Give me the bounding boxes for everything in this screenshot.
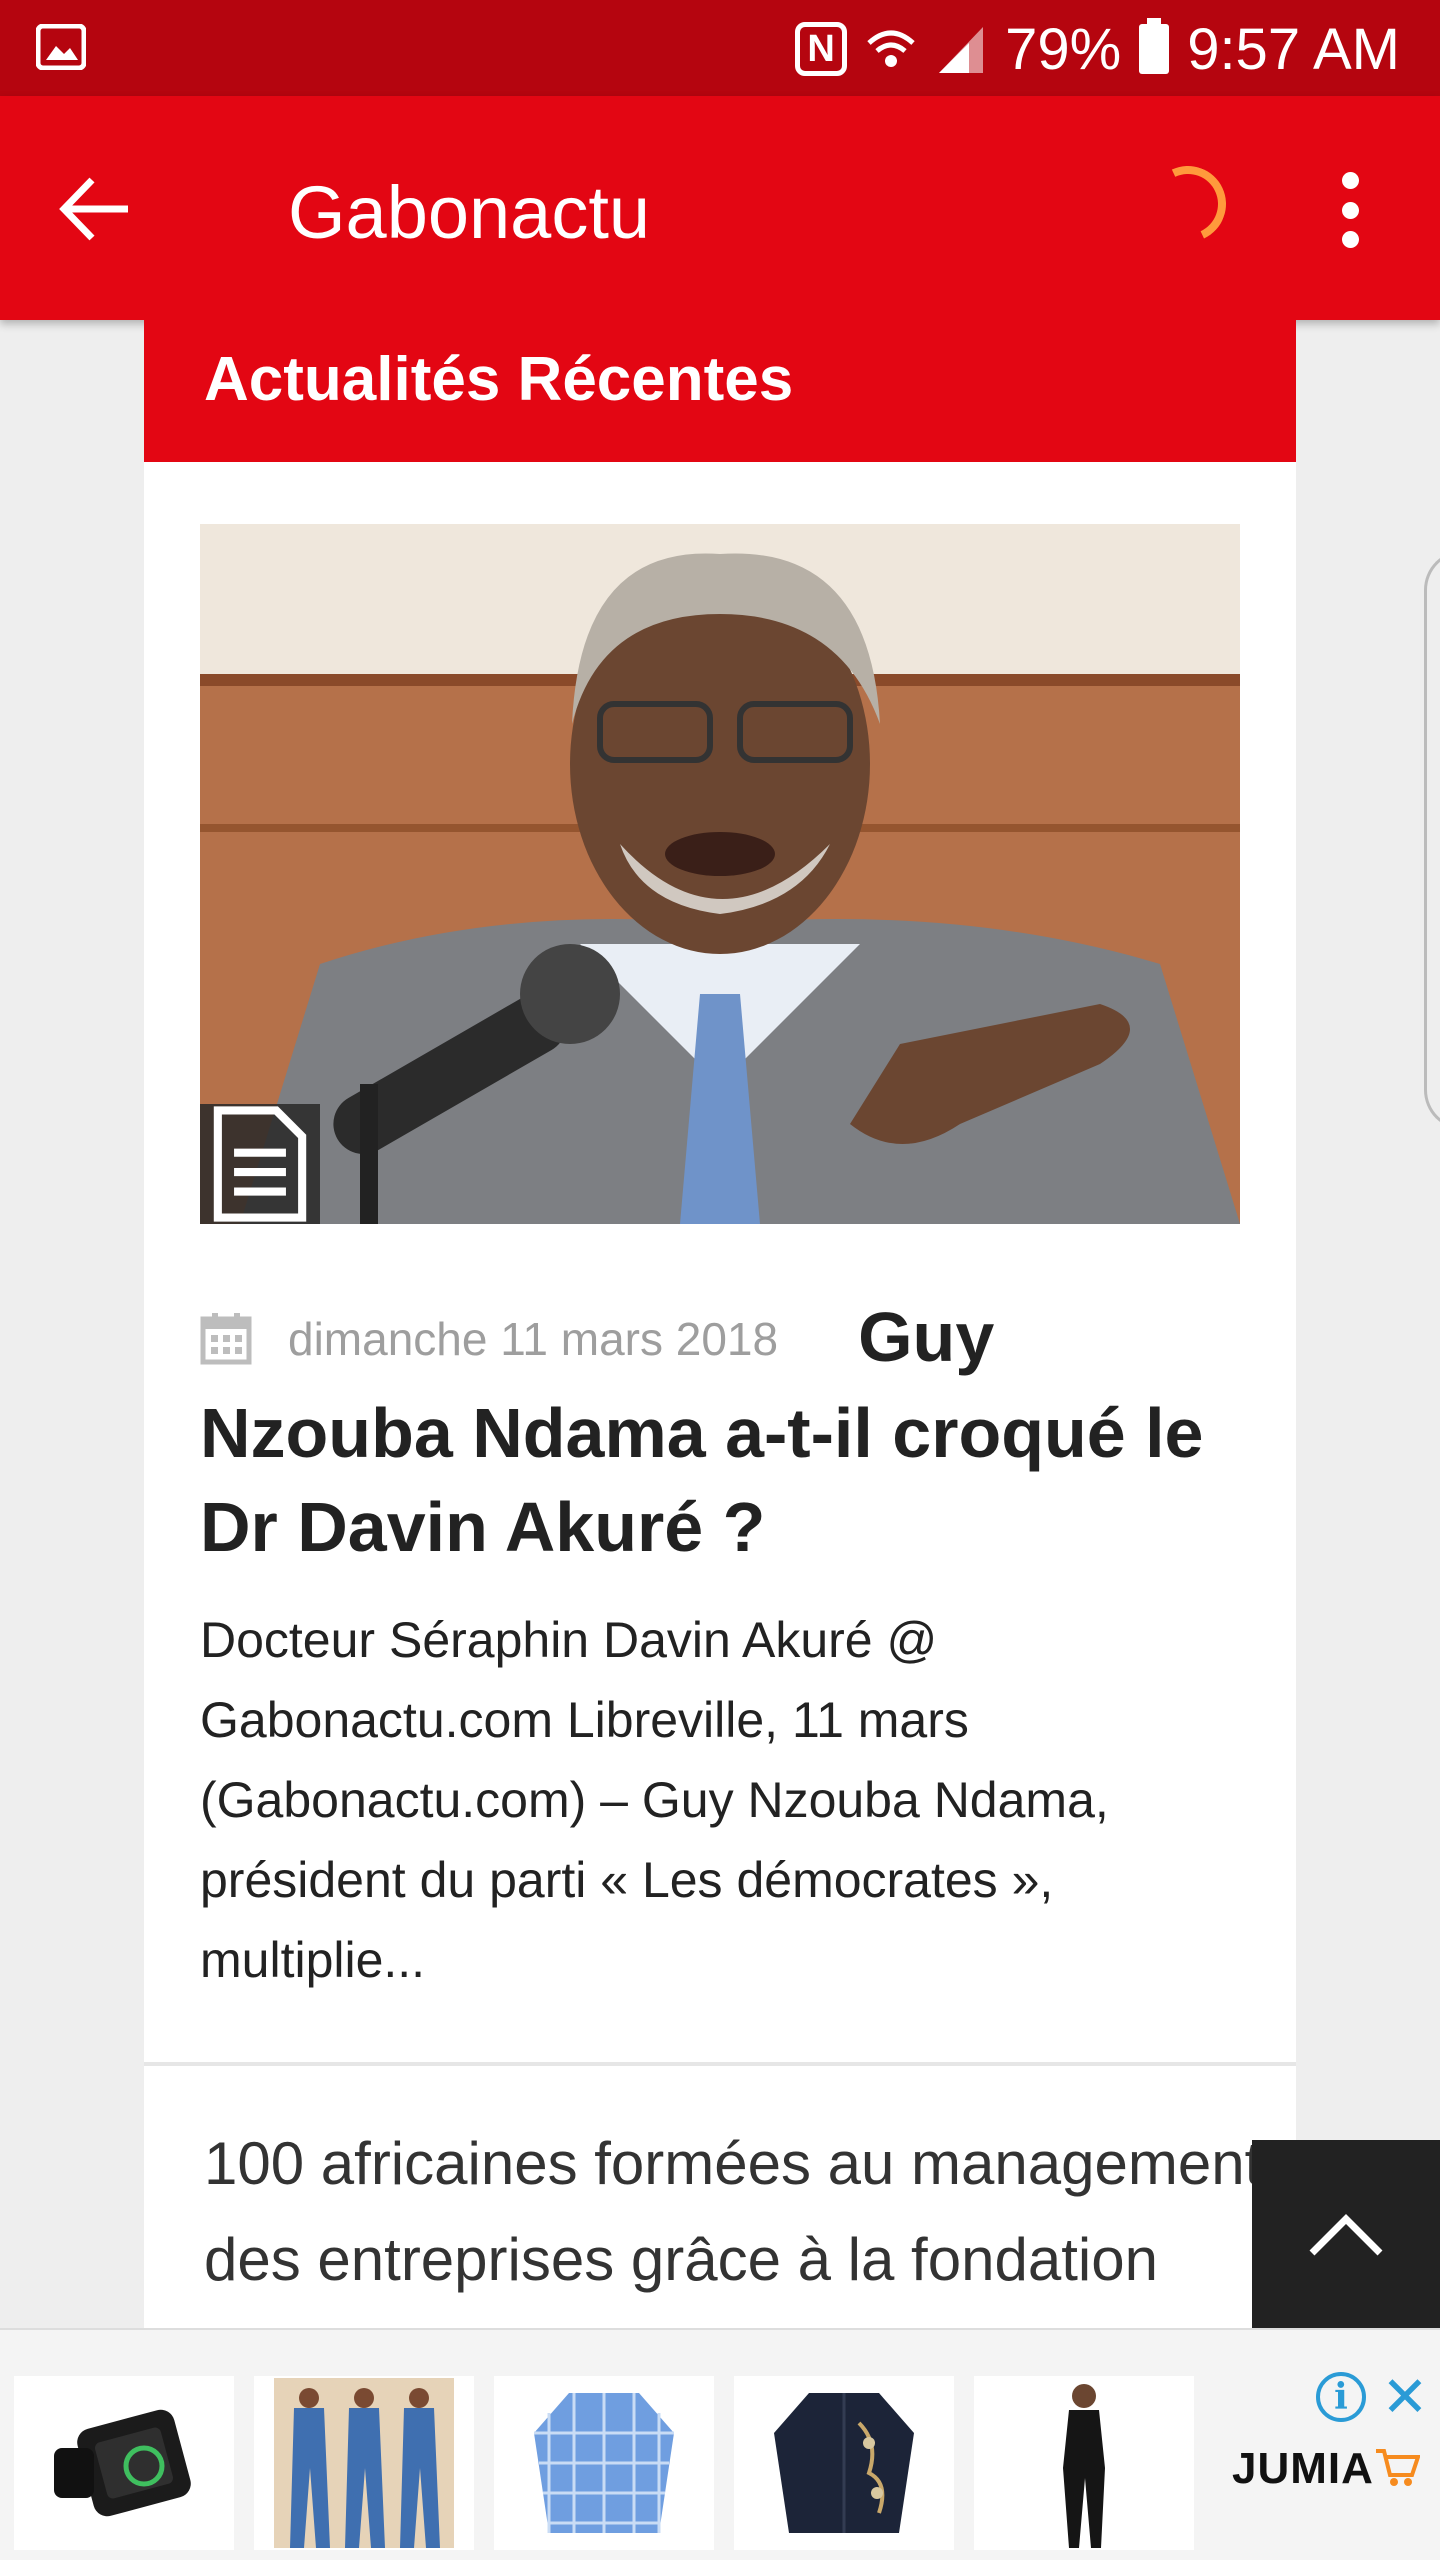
- loading-spinner-icon: [1139, 155, 1237, 253]
- article-excerpt: Docteur Séraphin Davin Akuré @ Gabonactu…: [200, 1612, 1109, 1988]
- clock: 9:57 AM: [1187, 16, 1400, 82]
- signal-icon: [939, 27, 984, 73]
- section-header: Actualités Récentes: [144, 320, 1296, 462]
- article-photo[interactable]: [200, 524, 1240, 1224]
- ad-banner[interactable]: i ✕ JUMIA: [0, 2328, 1440, 2560]
- ad-product-checked-shirt[interactable]: [494, 2376, 714, 2550]
- nfc-icon: N: [795, 22, 848, 76]
- article-date: dimanche 11 mars 2018: [288, 1313, 779, 1365]
- ad-product-denim-jumpsuit[interactable]: [254, 2376, 474, 2550]
- back-arrow-icon[interactable]: [56, 174, 136, 244]
- ad-info-icon[interactable]: i: [1316, 2372, 1366, 2422]
- checked-shirt-image: [534, 2393, 674, 2533]
- article-meta: dimanche 11 mars 2018 Guy Nzouba Ndama a-…: [200, 1290, 1240, 1574]
- smartwatch-image: [54, 2409, 191, 2517]
- ad-brand-text: JUMIA: [1232, 2444, 1374, 2493]
- document-icon: [200, 1104, 320, 1224]
- wifi-icon: [867, 30, 915, 67]
- battery-percent: 79%: [1005, 16, 1122, 82]
- black-jumpsuit-image: [1063, 2384, 1105, 2548]
- article-card[interactable]: Actualités Récentes dimanche 11 mars 201…: [144, 320, 1296, 2080]
- cart-icon: [1375, 2449, 1421, 2486]
- battery-icon: [1139, 18, 1170, 74]
- ad-product-smartwatch[interactable]: [14, 2376, 234, 2550]
- app-title: Gabonactu: [288, 171, 651, 254]
- article-photo-image: [200, 524, 1240, 1224]
- status-icons: N 79% 9:57 AM: [795, 14, 1400, 84]
- denim-jumpsuit-image: [274, 2378, 454, 2548]
- scroll-to-top-button[interactable]: [1252, 2140, 1440, 2328]
- ad-brand-logo: JUMIA: [1232, 2444, 1421, 2494]
- calendar-icon: [200, 1313, 252, 1365]
- more-options-icon[interactable]: [1330, 172, 1370, 248]
- app-bar: Gabonactu: [0, 96, 1440, 320]
- article-headline[interactable]: dimanche 11 mars 2018 Guy Nzouba Ndama a-…: [200, 1290, 1240, 1574]
- ad-close-icon[interactable]: ✕: [1380, 2369, 1430, 2425]
- status-bar: N 79% 9:57 AM: [0, 0, 1440, 96]
- gallery-notification-icon: [36, 24, 86, 70]
- ad-product-black-jumpsuit[interactable]: [974, 2376, 1194, 2550]
- ad-product-embroidered-shirt[interactable]: [734, 2376, 954, 2550]
- edge-panel-handle[interactable]: [1424, 550, 1440, 1130]
- chevron-up-icon: [1309, 2214, 1383, 2256]
- embroidered-shirt-image: [774, 2393, 914, 2533]
